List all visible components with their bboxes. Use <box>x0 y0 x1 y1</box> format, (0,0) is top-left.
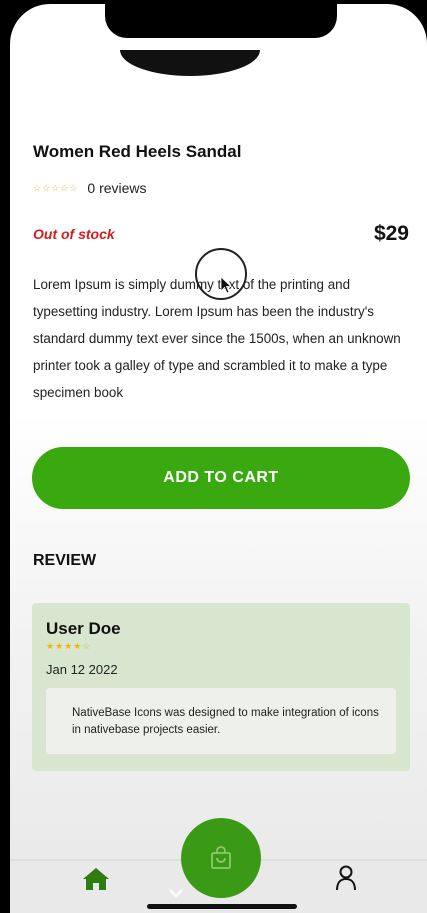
star-icon: ★ <box>73 641 82 651</box>
stock-status: Out of stock <box>33 226 115 242</box>
user-icon[interactable] <box>335 865 357 891</box>
device-notch <box>105 4 337 38</box>
product-price: $29 <box>373 222 409 245</box>
product-rating-stars: ☆ ☆ ☆ ☆ ☆ <box>33 182 78 193</box>
star-icon: ☆ <box>69 182 78 193</box>
review-comment: NativeBase Icons was designed to make in… <box>46 688 396 754</box>
reviewer-name: User Doe <box>46 619 121 638</box>
product-detail-screen: Women Red Heels Sandal ☆ ☆ ☆ ☆ ☆ 0 revie… <box>10 4 427 913</box>
star-icon: ☆ <box>82 641 91 651</box>
chevron-down-icon[interactable] <box>168 888 184 898</box>
review-section-heading: REVIEW <box>33 552 97 569</box>
shopping-bag-icon <box>211 846 231 869</box>
product-rating: ☆ ☆ ☆ ☆ ☆ 0 reviews <box>33 180 147 196</box>
home-indicator <box>147 904 297 909</box>
home-icon[interactable] <box>82 867 110 891</box>
star-icon: ☆ <box>33 182 42 193</box>
star-icon: ☆ <box>42 182 51 193</box>
pointer-cursor-icon <box>220 276 232 294</box>
star-icon: ★ <box>46 641 55 651</box>
review-date: Jan 12 2022 <box>46 662 118 677</box>
review-card: User Doe ★ ★ ★ ★ ☆ Jan 12 2022 NativeBas… <box>32 603 410 771</box>
product-title: Women Red Heels Sandal <box>33 142 242 161</box>
cart-tab-button[interactable] <box>181 818 261 898</box>
star-icon: ★ <box>64 641 73 651</box>
star-icon: ☆ <box>51 182 60 193</box>
add-to-cart-button[interactable]: ADD TO CART <box>32 447 410 509</box>
product-image <box>120 50 260 76</box>
star-icon: ☆ <box>60 182 69 193</box>
review-rating-stars: ★ ★ ★ ★ ☆ <box>46 642 90 651</box>
star-icon: ★ <box>55 641 64 651</box>
reviews-count: 0 reviews <box>87 180 147 196</box>
